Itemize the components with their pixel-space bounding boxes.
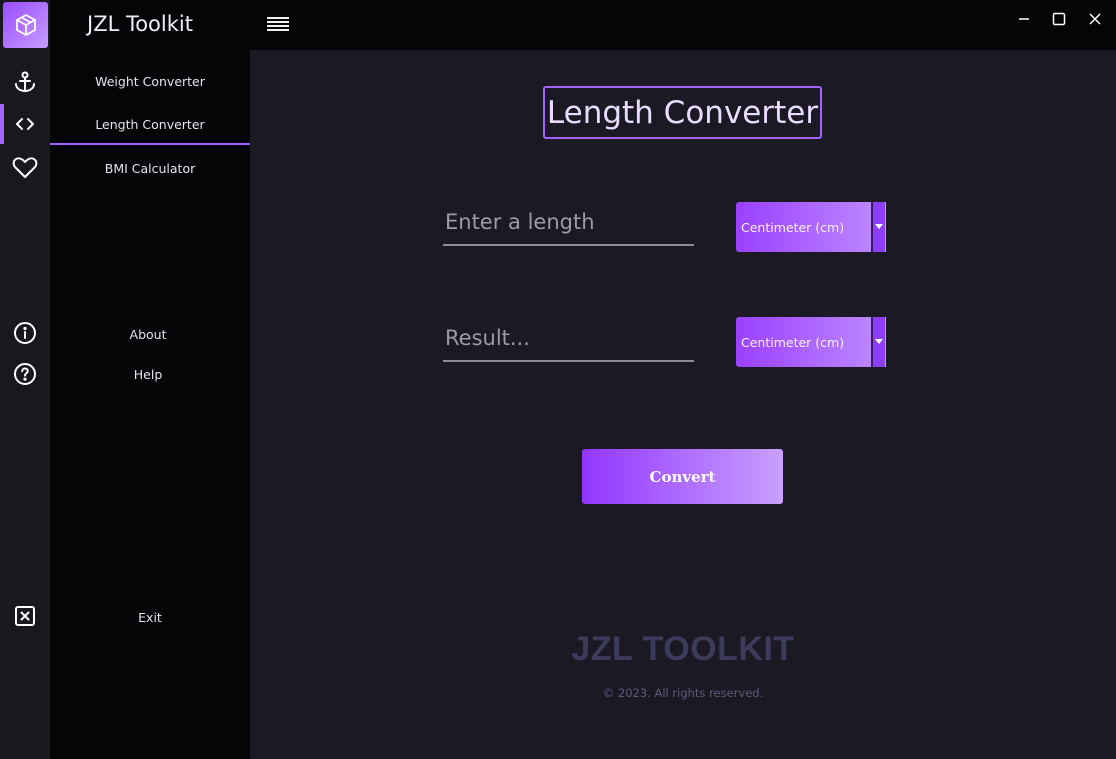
result-unit-label: Centimeter (cm) <box>741 334 845 350</box>
menu-toggle-button[interactable] <box>267 17 289 33</box>
title-bar <box>250 0 1116 50</box>
dropdown-toggle[interactable] <box>871 202 886 252</box>
rail-exit[interactable] <box>0 596 50 636</box>
chevron-down-icon <box>875 224 883 229</box>
brand-watermark: JZL TOOLKIT <box>571 630 795 668</box>
sidebar-item-exit[interactable]: Exit <box>50 597 250 637</box>
dropdown-toggle[interactable] <box>871 317 886 367</box>
chevron-down-icon <box>875 339 883 344</box>
minimize-icon <box>1019 18 1029 20</box>
result-unit-select[interactable]: Centimeter (cm) <box>736 317 886 367</box>
cube-icon <box>15 14 36 36</box>
close-box-icon <box>15 606 35 626</box>
result-output-field <box>443 316 694 362</box>
rail-weight-converter[interactable] <box>0 62 50 102</box>
minimize-button[interactable] <box>1013 9 1035 29</box>
anchor-icon <box>15 71 35 93</box>
app-title: JZL Toolkit <box>87 12 193 36</box>
length-input[interactable] <box>443 200 694 244</box>
maximize-button[interactable] <box>1048 9 1070 29</box>
close-icon <box>1089 13 1101 25</box>
close-button[interactable] <box>1084 9 1106 29</box>
result-output[interactable] <box>443 316 694 360</box>
info-icon <box>14 322 36 344</box>
copyright-text: © 2023. All rights reserved. <box>602 686 764 700</box>
input-unit-label: Centimeter (cm) <box>741 219 845 235</box>
app-logo <box>3 2 48 48</box>
sidebar-item-bmi-calculator[interactable]: BMI Calculator <box>50 148 250 188</box>
sidebar-item-help[interactable]: Help <box>48 354 248 394</box>
hamburger-line <box>267 21 289 23</box>
input-unit-select[interactable]: Centimeter (cm) <box>736 202 886 252</box>
hamburger-line <box>267 17 289 19</box>
main-content: Length Converter Centimeter (cm) Centime… <box>250 50 1116 759</box>
hamburger-line <box>267 25 289 27</box>
sidebar-nav: JZL Toolkit Weight Converter Length Conv… <box>50 0 250 759</box>
sidebar-item-weight-converter[interactable]: Weight Converter <box>50 61 250 101</box>
rail-bmi-calculator[interactable] <box>0 148 50 188</box>
heart-icon <box>12 157 38 178</box>
sidebar-item-length-converter[interactable]: Length Converter <box>50 105 250 145</box>
rail-help[interactable] <box>0 354 50 394</box>
sidebar-item-about[interactable]: About <box>48 314 248 354</box>
rail-about[interactable] <box>0 313 50 353</box>
icon-rail <box>0 0 50 759</box>
length-input-field <box>443 200 694 246</box>
code-icon <box>16 118 34 130</box>
page-title: Length Converter <box>543 86 822 139</box>
convert-button[interactable]: Convert <box>582 449 783 504</box>
rail-length-converter[interactable] <box>0 104 50 144</box>
help-circle-icon <box>14 363 36 385</box>
maximize-icon <box>1052 12 1066 26</box>
hamburger-line <box>267 29 289 31</box>
